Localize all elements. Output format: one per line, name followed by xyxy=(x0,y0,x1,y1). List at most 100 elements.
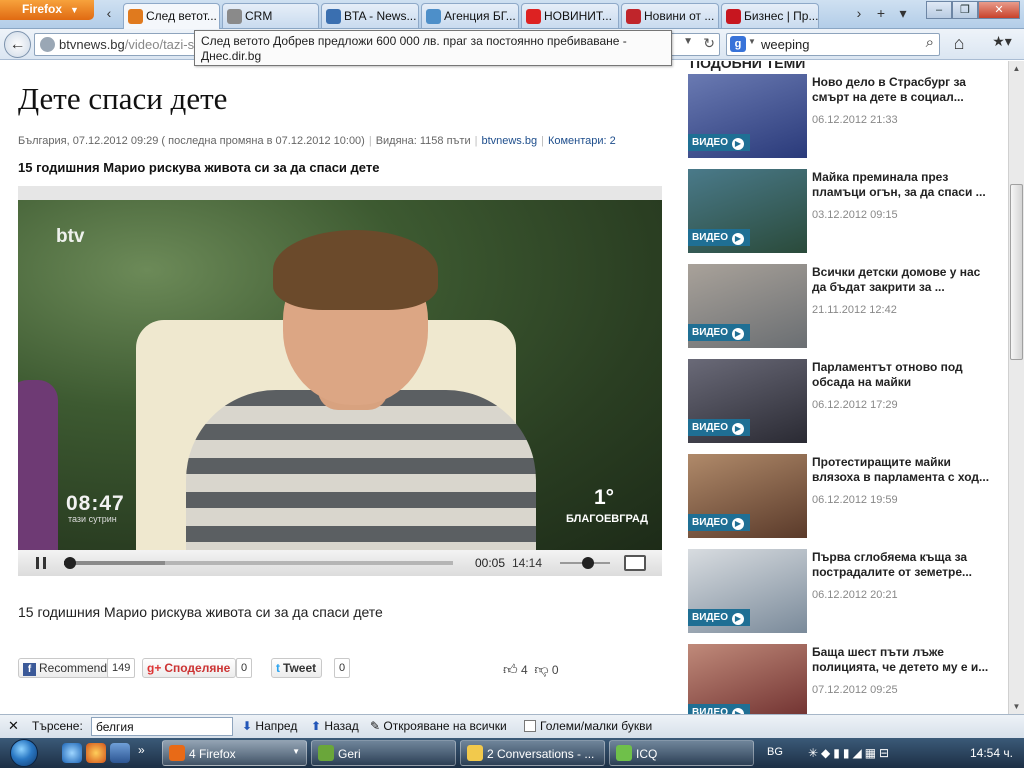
close-window-button[interactable]: ✕ xyxy=(978,1,1020,19)
all-tabs-button[interactable]: ▾ xyxy=(892,5,914,22)
tab-scroll-right-button[interactable]: › xyxy=(848,5,870,21)
play-icon: ▶ xyxy=(731,233,744,245)
scroll-down-icon[interactable]: ▼ xyxy=(1009,699,1024,714)
related-title-link[interactable]: Парламентът отново под обсада на майки xyxy=(812,360,994,390)
related-title-link[interactable]: Първа сглобяема къща за пострадалите от … xyxy=(812,550,994,580)
close-icon[interactable]: ✕ xyxy=(8,718,19,734)
vertical-scrollbar[interactable]: ▲ ▼ xyxy=(1008,61,1024,714)
related-thumbnail[interactable]: ВИДЕО ▶ xyxy=(688,359,807,443)
related-item[interactable]: ВИДЕО ▶ Ново дело в Страсбург за смърт на … xyxy=(688,74,998,164)
agency-favicon-icon xyxy=(426,9,441,24)
taskbar-task[interactable]: 2 Conversations - ... xyxy=(460,740,605,766)
search-box[interactable]: g ▼ weeping ⌕ xyxy=(726,33,940,56)
taskbar-task[interactable]: ICQ xyxy=(609,740,754,766)
scroll-thumb[interactable] xyxy=(1010,184,1023,360)
dnes-favicon-icon xyxy=(128,9,143,24)
firefox-menu-button[interactable]: Firefox ▼ xyxy=(0,0,94,20)
highlight-all-button[interactable]: ✎ Открояване на всички xyxy=(370,719,507,733)
video-badge: ВИДЕО ▶ xyxy=(688,514,750,531)
internet-explorer-icon[interactable] xyxy=(62,743,82,763)
find-previous-button[interactable]: ⬆ Назад xyxy=(311,719,359,733)
related-item[interactable]: ВИДЕО ▶ Парламентът отново под обсада на м… xyxy=(688,359,998,449)
find-input[interactable]: белгия xyxy=(91,717,233,736)
pause-button[interactable] xyxy=(36,557,46,569)
volume-slider[interactable] xyxy=(560,557,610,569)
related-thumbnail[interactable]: ВИДЕО ▶ xyxy=(688,264,807,348)
search-icon[interactable]: ⌕ xyxy=(926,34,934,51)
thumbs-up-icon[interactable]: 👍︎ xyxy=(503,661,518,677)
firefox-quicklaunch-icon[interactable] xyxy=(86,743,106,763)
facebook-recommend-button[interactable]: f Recommend xyxy=(18,658,114,678)
related-title-link[interactable]: Протестиращите майки влязоха в парламент… xyxy=(812,455,994,485)
match-case-checkbox[interactable]: Големи/малки букви xyxy=(524,719,652,733)
browser-tab[interactable]: НОВИНИТ... xyxy=(521,3,619,28)
engine-dropdown-icon[interactable]: ▼ xyxy=(748,37,756,46)
browser-tab[interactable]: Бизнес | Пр... xyxy=(721,3,819,28)
channel-logo: btv xyxy=(56,226,85,247)
show-desktop-icon[interactable] xyxy=(110,743,130,763)
related-thumbnail[interactable]: ВИДЕО ▶ xyxy=(688,74,807,158)
video-frame[interactable]: btv 08:47 тази сутрин 1° БЛАГОЕВГРАД xyxy=(18,200,662,550)
related-thumbnail[interactable]: ВИДЕО ▶ xyxy=(688,454,807,538)
seek-bar[interactable] xyxy=(64,557,453,569)
browser-tab[interactable]: След ветот... xyxy=(123,3,220,29)
info-favicon-icon xyxy=(526,9,541,24)
bookmarks-button[interactable]: ★▾ xyxy=(984,33,1020,55)
related-item[interactable]: ВИДЕО ▶ Майка преминала през пламъци огън,… xyxy=(688,169,998,259)
seek-handle[interactable] xyxy=(64,557,76,569)
video-badge-label: ВИДЕО xyxy=(692,137,728,148)
video-badge-label: ВИДЕО xyxy=(692,422,728,433)
video-badge: ВИДЕО ▶ xyxy=(688,704,750,714)
browser-tab[interactable]: Агенция БГ... xyxy=(421,3,519,28)
highlighter-icon: ✎ xyxy=(370,719,381,733)
quicklaunch-more-icon[interactable]: » xyxy=(138,743,158,763)
related-item[interactable]: ВИДЕО ▶ Първа сглобяема къща за пострадали… xyxy=(688,549,998,639)
new-tab-button[interactable]: + xyxy=(870,5,892,21)
related-item[interactable]: ВИДЕО ▶ Протестиращите майки влязоха в пар… xyxy=(688,454,998,544)
scroll-up-icon[interactable]: ▲ xyxy=(1009,61,1024,76)
recommend-label: Recommend xyxy=(39,661,108,675)
tweet-button[interactable]: t Tweet xyxy=(271,658,323,678)
thumbs-down-icon[interactable]: 👎︎ xyxy=(534,661,548,677)
language-indicator[interactable]: BG xyxy=(767,746,783,758)
meta-source-link[interactable]: btvnews.bg xyxy=(481,135,537,147)
related-thumbnail[interactable]: ВИДЕО ▶ xyxy=(688,169,807,253)
home-button[interactable]: ⌂ xyxy=(948,33,970,55)
start-button[interactable] xyxy=(4,738,50,768)
related-title-link[interactable]: Всички детски домове у нас да бъдат закр… xyxy=(812,265,994,295)
taskbar-task[interactable]: Geri xyxy=(311,740,456,766)
related-item[interactable]: ВИДЕО ▶ Баща шест пъти лъже полицията, че … xyxy=(688,644,998,714)
find-previous-label: Назад xyxy=(324,719,359,733)
browser-tab-label: След ветот... xyxy=(146,9,217,23)
history-dropdown-icon[interactable]: ▼ xyxy=(683,36,693,47)
recommend-count: 149 xyxy=(107,658,136,678)
fullscreen-button[interactable] xyxy=(624,555,646,571)
browser-tab[interactable]: Новини от ... xyxy=(621,3,719,28)
google-icon[interactable]: g xyxy=(730,36,746,52)
minimize-button[interactable]: – xyxy=(926,1,952,19)
related-thumbnail[interactable]: ВИДЕО ▶ xyxy=(688,644,807,714)
reload-icon[interactable]: ↻ xyxy=(703,35,715,52)
related-title-link[interactable]: Майка преминала през пламъци огън, за да… xyxy=(812,170,994,200)
overlay-time: 08:47 xyxy=(66,492,125,515)
related-title-link[interactable]: Баща шест пъти лъже полицията, че детето… xyxy=(812,645,994,675)
overlay-temperature: 1° xyxy=(594,486,615,509)
gplus-share-button[interactable]: g+ Споделяне xyxy=(142,658,237,678)
volume-handle[interactable] xyxy=(581,557,594,569)
related-item[interactable]: ВИДЕО ▶ Всички детски домове у нас да бъда… xyxy=(688,264,998,354)
related-thumbnail[interactable]: ВИДЕО ▶ xyxy=(688,549,807,633)
taskbar-task[interactable]: 4 Firefox ▼ xyxy=(162,740,307,766)
match-case-label: Големи/малки букви xyxy=(540,719,653,733)
browser-tab-label: BTA - News... xyxy=(344,9,417,23)
back-button[interactable]: ← xyxy=(4,31,31,58)
meta-comments-link[interactable]: Коментари: 2 xyxy=(548,135,616,147)
video-boy-sweater xyxy=(186,390,536,550)
related-title-link[interactable]: Ново дело в Страсбург за смърт на дете в… xyxy=(812,75,994,105)
browser-tab[interactable]: BTA - News... xyxy=(321,3,419,28)
tab-scroll-left-button[interactable]: ‹ xyxy=(101,5,117,23)
taskbar-clock[interactable]: 14:54 ч. xyxy=(970,746,1013,760)
find-next-button[interactable]: ⬇ Напред xyxy=(242,719,297,733)
system-tray[interactable]: ✳◆▮▮◢▦⊟ xyxy=(808,746,892,760)
restore-button[interactable]: ❐ xyxy=(952,1,978,19)
browser-tab[interactable]: CRM xyxy=(222,3,319,28)
